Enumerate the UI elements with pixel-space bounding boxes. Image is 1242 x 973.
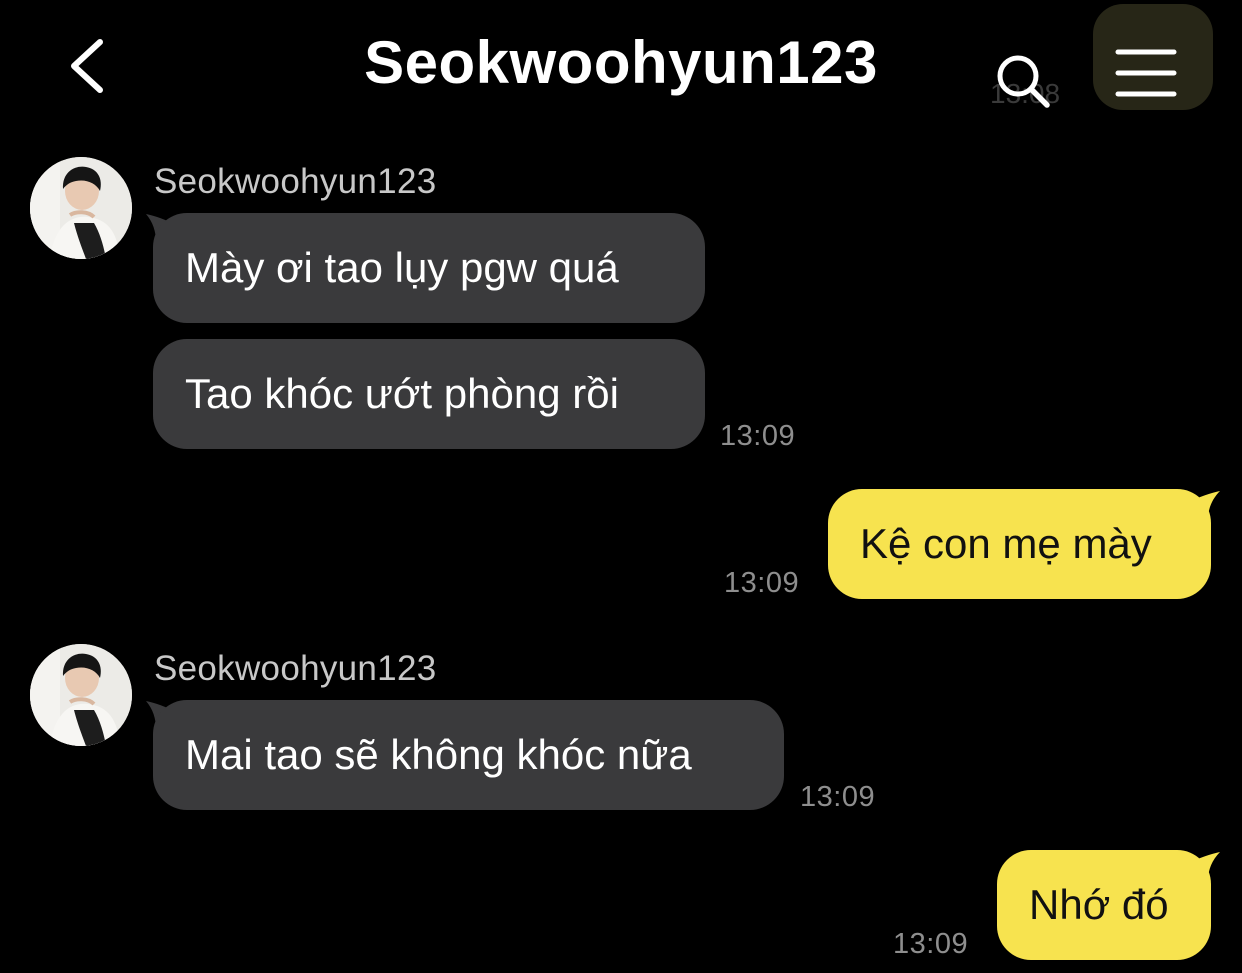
search-button[interactable] — [994, 52, 1054, 112]
chat-header: Seokwoohyun123 13:08 — [0, 0, 1242, 130]
message-timestamp: 13:09 — [720, 420, 796, 452]
message-timestamp: 13:09 — [893, 928, 969, 960]
bubble-tail — [1190, 491, 1220, 519]
avatar[interactable] — [30, 157, 132, 259]
message-timestamp: 13:09 — [800, 781, 876, 813]
menu-button[interactable] — [1114, 46, 1178, 102]
avatar[interactable] — [30, 644, 132, 746]
message-bubble-incoming[interactable]: Mày ơi tao lụy pgw quá — [153, 213, 705, 323]
search-icon — [997, 55, 1050, 108]
message-bubble-outgoing[interactable]: Kệ con mẹ mày — [828, 489, 1211, 599]
profile-photo-icon — [30, 644, 132, 746]
hamburger-menu-icon — [1115, 49, 1177, 97]
sender-name: Seokwoohyun123 — [154, 649, 437, 688]
message-bubble-incoming[interactable]: Mai tao sẽ không khóc nữa — [153, 700, 784, 810]
bubble-tail — [1190, 852, 1220, 880]
sender-name: Seokwoohyun123 — [154, 162, 437, 201]
message-bubble-outgoing[interactable]: Nhớ đó — [997, 850, 1211, 960]
message-bubble-incoming[interactable]: Tao khóc ướt phòng rồi — [153, 339, 705, 449]
message-timestamp: 13:09 — [724, 567, 800, 599]
profile-photo-icon — [30, 157, 132, 259]
